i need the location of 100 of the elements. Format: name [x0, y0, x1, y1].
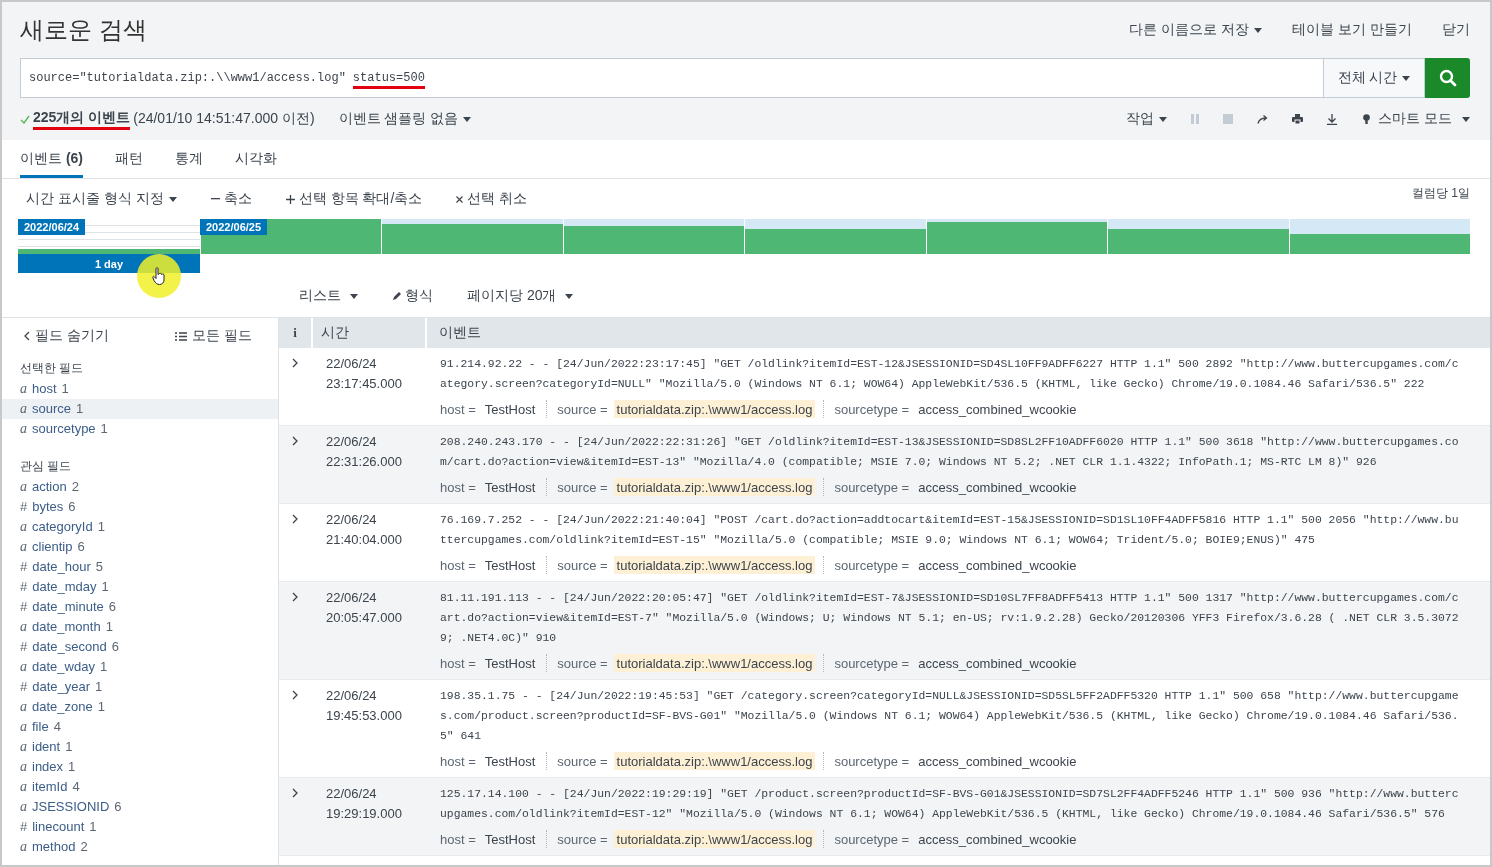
- expand-icon[interactable]: [292, 788, 298, 798]
- search-query-field[interactable]: source="tutorialdata.zip:.\\www1/access.log" status=500: [20, 58, 1323, 98]
- timeline-scale-label: 컬럼당 1일: [1412, 185, 1470, 202]
- field-list-item[interactable]: # date_minute 6: [2, 597, 278, 617]
- field-list-item[interactable]: # date_second 6: [2, 637, 278, 657]
- field-list-item[interactable]: a categoryId 1: [2, 517, 278, 537]
- view-dropdown[interactable]: 리스트: [299, 287, 358, 305]
- timeline-format-dropdown[interactable]: 시간 표시줄 형식 지정: [26, 190, 177, 208]
- field-value[interactable]: access_combined_wcookie: [915, 830, 1080, 848]
- time-range-dropdown[interactable]: 전체 시간: [1323, 58, 1425, 98]
- field-list-item[interactable]: # date_mday 1: [2, 577, 278, 597]
- per-page-dropdown[interactable]: 페이지당 20개: [467, 287, 574, 305]
- event-time: 22/06/24 20:05:47.000: [325, 589, 403, 627]
- date-label: 2022/06/25: [200, 219, 268, 235]
- field-key: host =: [440, 655, 476, 671]
- field-value[interactable]: access_combined_wcookie: [915, 400, 1080, 418]
- hide-fields-link[interactable]: 필드 숨기기: [24, 327, 109, 345]
- field-list-item[interactable]: a host 1: [2, 379, 278, 399]
- field-value[interactable]: tutorialdata.zip:.\www1/access.log: [613, 556, 816, 574]
- hand-cursor-icon: [152, 267, 166, 285]
- field-list-item[interactable]: # date_year 1: [2, 677, 278, 697]
- timeline-histogram[interactable]: 2022/06/25: [200, 219, 1470, 254]
- field-list-item[interactable]: a file 4: [2, 717, 278, 737]
- field-value[interactable]: TestHost: [481, 478, 539, 496]
- event-text-line: 5" 641: [440, 729, 482, 744]
- header-action-link[interactable]: 닫기: [1442, 21, 1470, 39]
- field-key: sourcetype =: [834, 753, 910, 769]
- field-key: source =: [557, 831, 608, 847]
- event-text-line: 81.11.191.113 - - [24/Jun/2022:20:05:47] "GET /oldlink?itemId=EST-7&JSESSIONID=SD10SL7FF8ADFF5413 HTTP 1.1" 500 1317 "http://www.buttercupgames.com/c: [440, 591, 1460, 606]
- expand-icon[interactable]: [292, 514, 298, 524]
- field-list-item[interactable]: a action 2: [2, 477, 278, 497]
- event-time: 22/06/24 23:17:45.000: [325, 355, 403, 393]
- results-tab[interactable]: 시각화: [235, 140, 277, 178]
- field-value[interactable]: access_combined_wcookie: [915, 556, 1080, 574]
- field-value[interactable]: tutorialdata.zip:.\www1/access.log: [613, 654, 816, 672]
- sampling-dropdown[interactable]: 이벤트 샘플링 없음: [338, 110, 472, 128]
- results-tab[interactable]: 패턴: [115, 140, 143, 178]
- event-text-line: ttercupgames.com/oldlink?itemId=EST-15" "Mozilla/5.0 (compatible; MSIE 9.0; Windows NT 6.1; WOW64; Trident/5.0; BOIE9;ENUS)" 475: [440, 533, 1316, 548]
- event-text-line: 76.169.7.252 - - [24/Jun/2022:21:40:04] "POST /cart.do?action=addtocart&itemId=EST-15&JSESSIONID=SD1SL10FF4ADFF5816 HTTP 1.1" 500 2056 "http://www.bu: [440, 513, 1460, 528]
- zoom-selection-button[interactable]: 선택 항목 확대/축소: [285, 190, 423, 208]
- job-dropdown[interactable]: 작업: [1126, 110, 1168, 128]
- field-value[interactable]: tutorialdata.zip:.\www1/access.log: [613, 400, 816, 418]
- field-value[interactable]: tutorialdata.zip:.\www1/access.log: [613, 830, 816, 848]
- event-text-line: upgames.com/oldlink?itemId=EST-12" "Mozilla/5.0 (Windows NT 6.1; WOW64) AppleWebKit/536.5 (KHTML, like Gecko) Chrome/19.0.1084.46 Safari/536.5" 576: [440, 807, 1446, 822]
- field-list-item[interactable]: a clientip 6: [2, 537, 278, 557]
- format-button[interactable]: 형식: [392, 287, 433, 305]
- search-mode-dropdown[interactable]: 스마트 모드: [1363, 110, 1470, 128]
- field-list-item[interactable]: # linecount 1: [2, 817, 278, 837]
- expand-icon[interactable]: [292, 690, 298, 700]
- field-list-item[interactable]: a index 1: [2, 757, 278, 777]
- field-value[interactable]: tutorialdata.zip:.\www1/access.log: [613, 752, 816, 770]
- share-icon[interactable]: [1257, 114, 1269, 124]
- field-value[interactable]: TestHost: [481, 400, 539, 418]
- expand-icon[interactable]: [292, 358, 298, 368]
- header-action-link[interactable]: 다른 이름으로 저장: [1129, 21, 1263, 39]
- field-list-item[interactable]: # bytes 6: [2, 497, 278, 517]
- field-value[interactable]: TestHost: [481, 654, 539, 672]
- print-icon[interactable]: [1292, 114, 1304, 124]
- field-list-item[interactable]: # date_hour 5: [2, 557, 278, 577]
- results-tab[interactable]: 이벤트 (6): [20, 140, 83, 178]
- field-value[interactable]: TestHost: [481, 556, 539, 574]
- header-action-link[interactable]: 테이블 보기 만들기: [1292, 21, 1412, 39]
- page-title: 새로운 검색: [20, 15, 147, 45]
- event-text-line: 91.214.92.22 - - [24/Jun/2022:23:17:45] "GET /oldlink?itemId=EST-12&JSESSIONID=SD4SL10FF9ADFF6227 HTTP 1.1" 500 2892 "http://www.buttercupgames.com/c: [440, 357, 1460, 372]
- selected-timeline-column[interactable]: 2022/06/24: [18, 219, 200, 254]
- close-icon: [456, 195, 464, 203]
- expand-icon[interactable]: [292, 436, 298, 446]
- field-list-item[interactable]: a source 1: [2, 399, 278, 419]
- field-list-item[interactable]: a date_month 1: [2, 617, 278, 637]
- field-key: sourcetype =: [834, 401, 910, 417]
- field-key: sourcetype =: [834, 655, 910, 671]
- field-group-title: 관심 필드: [19, 458, 73, 475]
- field-list-item[interactable]: a method 2: [2, 837, 278, 857]
- field-list-item[interactable]: a ident 1: [2, 737, 278, 757]
- all-fields-link[interactable]: 모든 필드: [175, 327, 252, 345]
- download-icon[interactable]: [1327, 113, 1338, 125]
- deselect-button[interactable]: 선택 취소: [456, 190, 528, 208]
- field-value[interactable]: TestHost: [481, 752, 539, 770]
- expand-icon[interactable]: [292, 592, 298, 602]
- field-key: host =: [440, 557, 476, 573]
- field-value[interactable]: access_combined_wcookie: [915, 478, 1080, 496]
- field-value[interactable]: access_combined_wcookie: [915, 752, 1080, 770]
- field-value[interactable]: TestHost: [481, 830, 539, 848]
- field-value[interactable]: tutorialdata.zip:.\www1/access.log: [613, 478, 816, 496]
- field-key: source =: [557, 479, 608, 495]
- field-list-item[interactable]: a itemId 4: [2, 777, 278, 797]
- pencil-icon: [392, 291, 401, 301]
- date-label: 2022/06/24: [18, 219, 86, 235]
- field-list-item[interactable]: a sourcetype 1: [2, 419, 278, 439]
- lightbulb-icon: [1363, 113, 1371, 125]
- field-key: sourcetype =: [834, 831, 910, 847]
- field-value[interactable]: access_combined_wcookie: [915, 654, 1080, 672]
- search-button[interactable]: [1425, 58, 1470, 98]
- field-key: source =: [557, 753, 608, 769]
- results-tab[interactable]: 통계: [175, 140, 203, 178]
- field-list-item[interactable]: a date_zone 1: [2, 697, 278, 717]
- column-header[interactable]: 시간: [313, 318, 427, 348]
- field-list-item[interactable]: a date_wday 1: [2, 657, 278, 677]
- zoom-out-button[interactable]: 축소: [210, 190, 252, 208]
- field-list-item[interactable]: a JSESSIONID 6: [2, 797, 278, 817]
